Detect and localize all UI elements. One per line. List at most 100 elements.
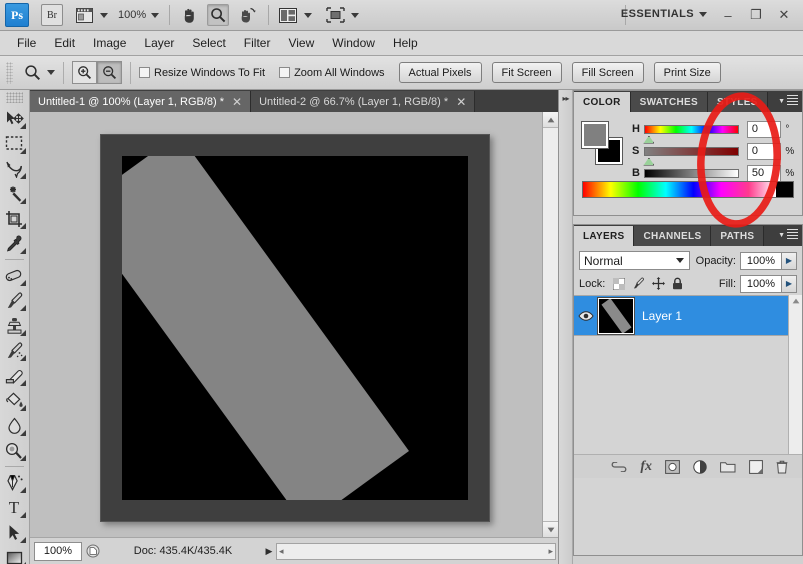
screen-mode-icon[interactable] [324, 4, 346, 26]
fill-screen-button[interactable]: Fill Screen [571, 62, 644, 83]
document-tab-untitled-1[interactable]: Untitled-1 @ 100% (Layer 1, RGB/8) * ✕ [30, 91, 252, 112]
dock-collapse-bar[interactable]: ▸▸ [559, 90, 573, 564]
clone-stamp-tool-flyout-triangle[interactable] [20, 330, 26, 336]
lasso-tool-flyout-triangle[interactable] [20, 173, 26, 179]
zoom-tool-icon[interactable] [19, 61, 45, 85]
mini-bridge-icon[interactable] [73, 4, 95, 26]
photoshop-logo-icon[interactable]: Ps [5, 3, 29, 27]
zoom-out-button[interactable] [97, 61, 122, 84]
fill-slider-button[interactable]: ▶ [782, 274, 797, 293]
new-adjustment-layer-icon[interactable] [693, 459, 707, 474]
crop-tool-flyout-triangle[interactable] [20, 223, 26, 229]
minimize-button[interactable]: – [715, 4, 741, 26]
options-bar-grip[interactable] [6, 61, 13, 84]
eraser-tool[interactable] [0, 363, 28, 388]
status-options-arrow-icon[interactable]: ▶ [262, 542, 276, 561]
magic-wand-tool-flyout-triangle[interactable] [20, 198, 26, 204]
scroll-left-arrow-icon[interactable]: ◂ [279, 546, 284, 557]
lasso-tool[interactable] [0, 156, 28, 181]
menu-window[interactable]: Window [323, 33, 384, 53]
tab-channels[interactable]: CHANNELS [634, 226, 712, 246]
marquee-tool-flyout-triangle[interactable] [20, 148, 26, 154]
scroll-right-arrow-icon[interactable]: ▸ [548, 546, 553, 557]
brightness-value-input[interactable]: 50 [746, 164, 782, 182]
workspace-chevron-down-icon[interactable] [699, 11, 707, 17]
eye-icon[interactable] [574, 310, 598, 322]
print-size-button[interactable]: Print Size [653, 62, 721, 83]
zoom-all-checkbox-box[interactable] [279, 67, 291, 78]
blur-tool-flyout-triangle[interactable] [20, 430, 26, 436]
actual-pixels-button[interactable]: Actual Pixels [398, 62, 482, 83]
hue-slider-track[interactable] [643, 124, 739, 144]
layers-list-scrollbar[interactable] [788, 295, 802, 454]
brightness-slider-track[interactable] [644, 168, 739, 188]
saturation-slider-track[interactable] [643, 146, 739, 166]
history-brush-tool-flyout-triangle[interactable] [20, 355, 26, 361]
mini-bridge-chevron-down-icon[interactable] [100, 12, 108, 18]
tab-layers[interactable]: LAYERS [574, 226, 635, 246]
menu-view[interactable]: View [279, 33, 323, 53]
document-preview-icon[interactable] [82, 542, 104, 561]
brush-tool-flyout-triangle[interactable] [20, 305, 26, 311]
spot-healing-brush-tool[interactable] [0, 263, 28, 288]
lock-transparent-pixels-icon[interactable] [613, 277, 626, 290]
delete-layer-icon[interactable] [776, 460, 788, 474]
bridge-icon[interactable]: Br [41, 4, 63, 26]
zoom-percentage-input[interactable]: 100% [34, 541, 82, 561]
zoom-all-windows-checkbox[interactable]: Zoom All Windows [279, 67, 385, 79]
close-icon[interactable]: ✕ [232, 95, 242, 109]
tools-panel-grip[interactable] [6, 92, 23, 103]
arrange-documents-icon[interactable] [277, 4, 299, 26]
brush-tool[interactable] [0, 288, 28, 313]
menu-edit[interactable]: Edit [45, 33, 84, 53]
pen-tool[interactable] [0, 470, 28, 495]
paint-bucket-tool-flyout-triangle[interactable] [20, 405, 26, 411]
tab-styles[interactable]: STYLES [707, 92, 768, 112]
scroll-up-arrow-icon[interactable] [543, 112, 558, 128]
lock-image-pixels-icon[interactable] [632, 277, 645, 290]
link-layers-icon[interactable] [611, 461, 627, 472]
lock-all-icon[interactable] [672, 277, 683, 290]
scroll-down-arrow-icon[interactable] [543, 521, 558, 537]
history-brush-tool[interactable] [0, 338, 28, 363]
eraser-tool-flyout-triangle[interactable] [20, 380, 26, 386]
tab-swatches[interactable]: SWATCHES [630, 92, 708, 112]
rotate-view-icon[interactable] [236, 4, 258, 26]
canvas-vertical-scrollbar[interactable] [542, 112, 558, 537]
layers-panel-menu-icon[interactable]: ▼ [778, 229, 798, 241]
menu-select[interactable]: Select [183, 33, 234, 53]
add-layer-mask-icon[interactable] [665, 459, 680, 474]
hand-icon[interactable] [178, 4, 200, 26]
resize-windows-to-fit-checkbox[interactable]: Resize Windows To Fit [139, 67, 265, 79]
menu-layer[interactable]: Layer [135, 33, 183, 53]
chevron-down-icon[interactable] [675, 258, 684, 263]
pen-tool-flyout-triangle[interactable] [20, 487, 26, 493]
collapse-chevrons-icon[interactable]: ▸▸ [562, 94, 569, 564]
close-icon[interactable]: ✕ [456, 95, 466, 109]
maximize-button[interactable]: ❐ [743, 4, 769, 26]
document-window[interactable] [100, 134, 490, 522]
zoom-level-chevron-down-icon[interactable] [151, 12, 160, 18]
healing-tool-flyout-triangle[interactable] [20, 280, 26, 286]
menu-filter[interactable]: Filter [235, 33, 280, 53]
dodge-tool[interactable] [0, 438, 28, 463]
hue-value-input[interactable]: 0 [746, 120, 782, 138]
canvas-horizontal-scrollbar[interactable]: ◂ ▸ [276, 542, 556, 560]
move-tool[interactable] [0, 106, 28, 131]
tool-preset-chevron-down-icon[interactable] [47, 70, 55, 75]
layer-thumbnail[interactable] [597, 296, 635, 335]
layers-list-empty-area[interactable] [574, 336, 802, 454]
view-zoom-level[interactable]: 100% [118, 9, 146, 21]
screen-mode-chevron-down-icon[interactable] [351, 12, 360, 18]
path-selection-tool[interactable] [0, 520, 28, 545]
eyedropper-tool[interactable] [0, 231, 28, 256]
opacity-input[interactable]: 100% [740, 251, 782, 270]
zoom-icon[interactable] [207, 4, 230, 26]
zoom-in-button[interactable] [72, 61, 97, 84]
eyedropper-tool-flyout-triangle[interactable] [20, 248, 26, 254]
layers-scroll-up-arrow-icon[interactable] [789, 295, 802, 304]
paint-bucket-tool[interactable] [0, 388, 28, 413]
type-tool-flyout-triangle[interactable] [20, 512, 26, 518]
lock-position-icon[interactable] [652, 277, 666, 290]
tab-paths[interactable]: PATHS [711, 226, 765, 246]
